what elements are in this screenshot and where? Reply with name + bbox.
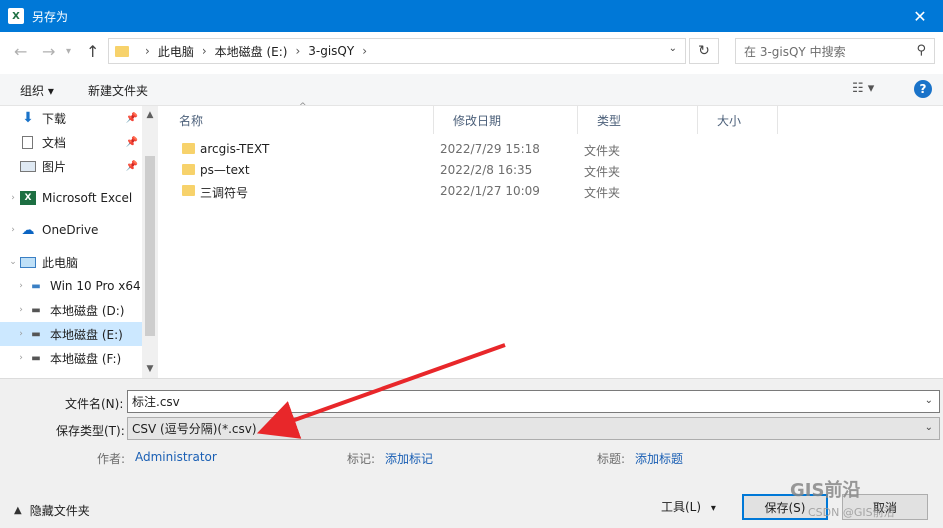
nav-item-drive-d[interactable]: › ▬ 本地磁盘 (D:) (0, 298, 142, 322)
document-icon (22, 135, 33, 149)
file-row[interactable]: 三调符号 2022/1/27 10:09 文件夹 (160, 181, 943, 202)
nav-item-drive-f[interactable]: › ▬ 本地磁盘 (F:) (0, 346, 142, 370)
excel-icon: X (20, 191, 36, 205)
chevron-right-icon[interactable]: › (14, 281, 28, 291)
nav-item-drive-e[interactable]: › ▬ 本地磁盘 (E:) (0, 322, 142, 346)
filename-label: 文件名(N): (65, 397, 124, 411)
nav-item-win10[interactable]: › ▬ Win 10 Pro x64 (0, 274, 142, 298)
chevron-right-icon[interactable]: › (202, 44, 207, 58)
organize-menu-button[interactable]: 组织 ▾ (20, 82, 54, 99)
column-header-name[interactable]: 名称 (160, 106, 434, 134)
column-header-type[interactable]: 类型 (578, 106, 698, 134)
chevron-down-icon[interactable]: ⌄ (925, 422, 933, 433)
nav-item-this-pc[interactable]: ⌄ 此电脑 (0, 250, 142, 274)
breadcrumb-this-pc[interactable]: 此电脑 (158, 43, 194, 60)
folder-icon (182, 164, 195, 175)
scrollbar-thumb[interactable] (145, 156, 155, 336)
chevron-down-icon[interactable]: ⌄ (6, 257, 20, 267)
up-arrow-icon[interactable]: ↑ (86, 42, 99, 61)
disk-icon: ▬ (31, 352, 41, 364)
folder-icon (182, 143, 195, 154)
refresh-button[interactable]: ↻ (689, 38, 719, 64)
chevron-down-icon[interactable]: ⌄ (925, 395, 933, 406)
search-placeholder: 在 3-gisQY 中搜索 (744, 44, 846, 59)
toolbar: 组织 ▾ 新建文件夹 ☷ ▾ ? (0, 74, 943, 106)
tools-menu-button[interactable]: 工具(L) ▾ (661, 498, 716, 515)
hide-folders-toggle[interactable]: ▲ 隐藏文件夹 (14, 502, 90, 519)
chevron-right-icon[interactable]: › (14, 305, 28, 315)
address-bar[interactable]: › 此电脑 › 本地磁盘 (E:) › 3-gisQY › ⌄ (108, 38, 686, 64)
chevron-down-icon[interactable]: ⌄ (669, 43, 677, 54)
refresh-icon: ↻ (698, 43, 710, 59)
breadcrumb-drive-e[interactable]: 本地磁盘 (E:) (215, 43, 288, 60)
network-drive-icon: ▬ (31, 280, 41, 292)
file-list: ^ 名称 修改日期 类型 大小 arcgis-TEXT 2022/7/29 15… (160, 102, 943, 378)
nav-scrollbar[interactable]: ▲ ▼ (142, 106, 158, 378)
author-label: 作者: (97, 452, 126, 466)
chevron-right-icon[interactable]: › (362, 44, 367, 58)
filetype-select[interactable]: CSV (逗号分隔)(*.csv) ⌄ (127, 417, 940, 440)
pc-icon (20, 256, 36, 268)
pin-icon: 📌 (125, 136, 138, 148)
window-title: 另存为 (32, 9, 69, 24)
chevron-right-icon[interactable]: › (6, 225, 20, 235)
view-options-icon[interactable]: ☷ ▾ (852, 81, 874, 96)
back-arrow-icon[interactable]: ← (14, 42, 27, 61)
download-arrow-icon: ⬇ (22, 110, 34, 126)
scroll-up-icon[interactable]: ▲ (142, 110, 158, 120)
chevron-right-icon[interactable]: › (295, 44, 300, 58)
picture-icon (20, 160, 36, 172)
column-header-modified[interactable]: 修改日期 (434, 106, 578, 134)
column-header-size[interactable]: 大小 (698, 106, 778, 134)
title-bar: X 另存为 ✕ (0, 0, 943, 32)
excel-app-icon: X (8, 8, 24, 24)
chevron-right-icon[interactable]: › (14, 353, 28, 363)
chevron-right-icon[interactable]: › (145, 44, 150, 58)
nav-item-excel[interactable]: › X Microsoft Excel (0, 186, 142, 210)
chevron-up-icon: ▲ (14, 505, 22, 516)
pin-icon: 📌 (125, 160, 138, 172)
tags-label: 标记: (347, 452, 376, 466)
cloud-icon: ☁ (21, 222, 35, 238)
title-label: 标题: (597, 452, 626, 466)
chevron-down-icon: ▾ (710, 503, 716, 514)
file-row[interactable]: arcgis-TEXT 2022/7/29 15:18 文件夹 (160, 139, 943, 160)
breadcrumb-folder[interactable]: 3-gisQY (308, 44, 354, 58)
new-folder-button[interactable]: 新建文件夹 (88, 82, 148, 99)
close-button[interactable]: ✕ (897, 0, 943, 32)
forward-arrow-icon[interactable]: → (42, 42, 55, 61)
recent-locations-chevron-icon[interactable]: ▾ (66, 46, 71, 57)
disk-icon: ▬ (31, 328, 41, 340)
chevron-right-icon[interactable]: › (6, 193, 20, 203)
search-icon: ⚲ (916, 43, 926, 58)
nav-item-downloads[interactable]: ⬇ 下载 📌 (0, 106, 142, 130)
nav-item-pictures[interactable]: 图片 📌 (0, 154, 142, 178)
watermark-credit: CSDN @GIS前沿 (808, 506, 895, 519)
navigation-pane: ⬇ 下载 📌 文档 📌 图片 📌 › X Microsoft Excel › ☁… (0, 106, 158, 378)
filename-field[interactable]: 标注.csv ⌄ (127, 390, 940, 413)
tags-value[interactable]: 添加标记 (385, 450, 433, 467)
pin-icon: 📌 (125, 112, 138, 124)
search-input[interactable]: 在 3-gisQY 中搜索 ⚲ (735, 38, 935, 64)
author-value[interactable]: Administrator (135, 450, 217, 464)
help-icon[interactable]: ? (914, 80, 932, 98)
nav-item-onedrive[interactable]: › ☁ OneDrive (0, 218, 142, 242)
scroll-down-icon[interactable]: ▼ (142, 364, 158, 374)
chevron-right-icon[interactable]: › (14, 329, 28, 339)
nav-item-documents[interactable]: 文档 📌 (0, 130, 142, 154)
filetype-label: 保存类型(T): (56, 424, 125, 438)
file-row[interactable]: ps—text 2022/2/8 16:35 文件夹 (160, 160, 943, 181)
folder-icon (115, 45, 129, 57)
folder-icon (182, 185, 195, 196)
title-value[interactable]: 添加标题 (635, 450, 683, 467)
disk-icon: ▬ (31, 304, 41, 316)
watermark-brand: GIS前沿 (790, 480, 861, 501)
